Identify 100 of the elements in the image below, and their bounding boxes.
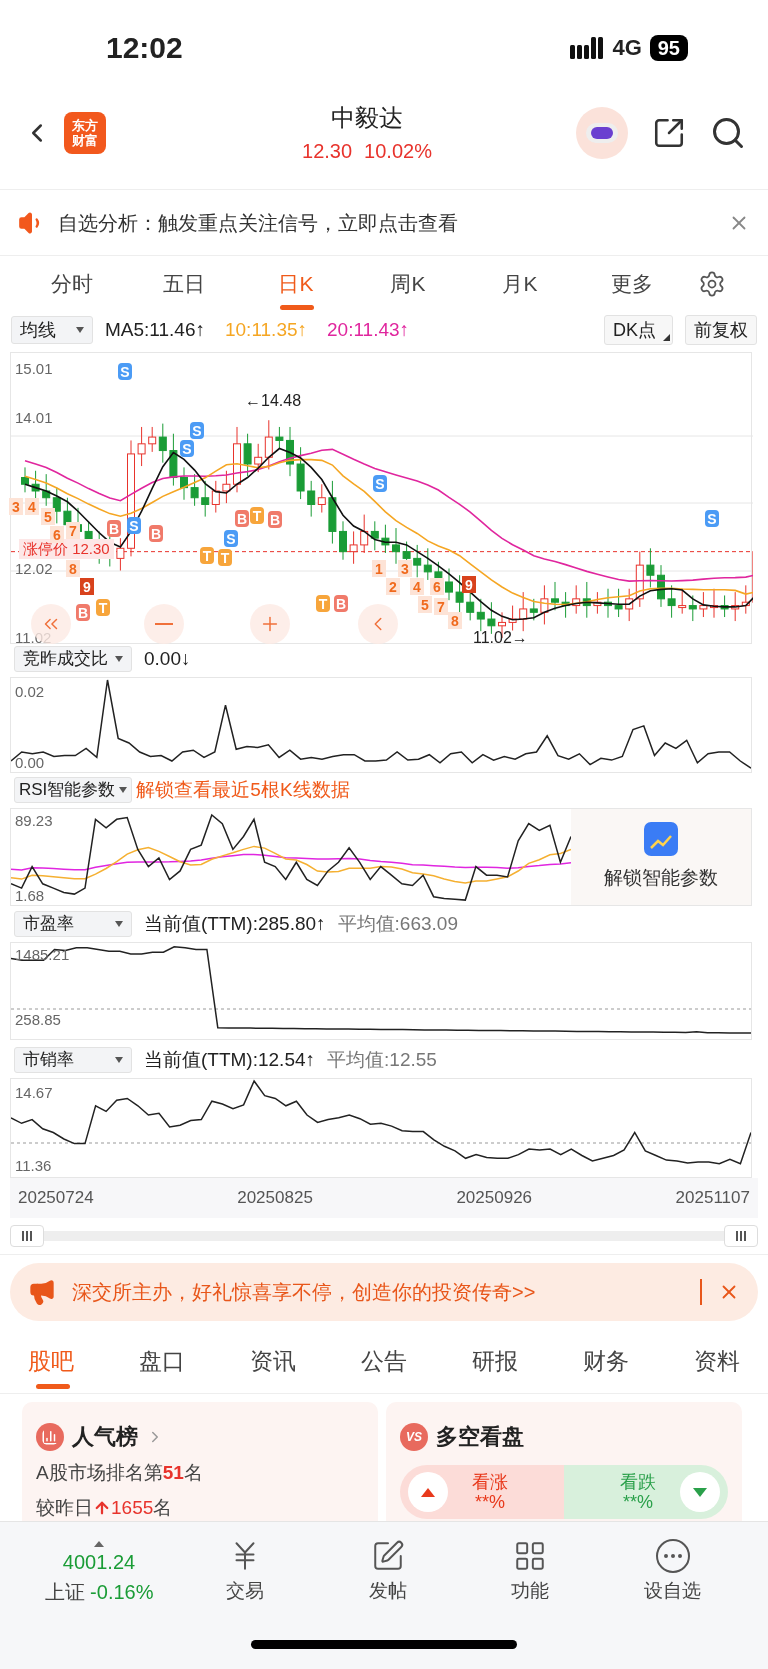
bearish-value: **% [622,1492,654,1512]
rank-change-unit: 名 [153,1495,173,1520]
average-value: 平均值:12.55 [327,1047,437,1072]
signal-marker: 2 [386,578,400,595]
adjust-button[interactable]: 前复权 [685,315,757,345]
date-label: 20251107 [675,1187,750,1210]
bearish-label: 看跌 [620,1472,656,1492]
signal-marker: T [96,599,110,616]
axis-label: 258.85 [15,1012,61,1027]
card-title: 人气榜 [72,1423,138,1451]
chart-icon [36,1422,64,1451]
info-tab[interactable]: 财务 [583,1329,629,1393]
info-tab[interactable]: 盘口 [139,1329,185,1393]
period-tab[interactable]: 分时 [16,256,128,312]
ma-value: 20:11.43↑ [327,317,410,342]
megaphone-icon [28,1278,56,1306]
signal-marker: 4 [25,498,39,515]
nav-item[interactable]: 设自选 [601,1538,744,1606]
nav-item[interactable]: 功能 [459,1538,602,1606]
signal-marker: T [218,549,232,566]
axis-label: 11.36 [15,1158,52,1173]
notice-text[interactable]: 自选分析：触发重点关注信号，立即点击查看 [58,207,716,238]
signal-marker: B [235,510,249,527]
nav-item[interactable]: 发帖 [316,1538,459,1606]
date-label: 20250724 [18,1187,94,1210]
signal-marker: S [224,530,238,547]
range-handle[interactable] [724,1225,758,1247]
down-triangle-icon [693,1487,707,1497]
range-handle[interactable] [10,1225,44,1247]
signal-marker: B [76,604,90,621]
stock-name: 中毅达 [331,102,403,133]
signal-marker: 9 [462,576,476,593]
signal-marker: S [127,517,141,534]
status-time: 12:02 [106,30,183,66]
bullish-value: **% [474,1492,506,1512]
date-label: 20250825 [237,1187,313,1210]
axis-label: 89.23 [15,813,53,828]
signal-marker: 8 [66,560,80,577]
info-tab[interactable]: 资讯 [250,1329,296,1393]
low-price-label: 11.02→ [473,630,528,646]
caret-icon [115,1057,123,1063]
settings-icon[interactable] [698,270,726,298]
signal-marker: S [118,363,132,380]
price-change: 10.02% [364,138,432,164]
limit-price-label: 涨停价 12.30 [19,539,114,559]
axis-label: 0.02 [15,684,45,699]
minus-icon [155,623,173,625]
nav-item[interactable]: 交易 [174,1538,317,1606]
axis-label: 12.02 [15,561,53,576]
average-value: 平均值:663.09 [337,911,458,936]
signal-marker: 9 [80,578,94,595]
signal-marker: 7 [66,522,80,539]
axis-label: 14.67 [15,1085,53,1100]
signal-marker: 3 [9,498,23,515]
banner-text: 深交所主办，好礼惊喜享不停，创造你的投资传奇>> [72,1280,537,1305]
up-triangle-icon [421,1487,435,1497]
indicator-dropdown[interactable]: 竞昨成交比 [14,646,132,672]
caret-icon [76,327,84,333]
indicator-dropdown[interactable]: 均线 [11,316,93,344]
unlock-button[interactable]: 解锁智能参数 [604,863,718,893]
caret-icon [119,787,128,793]
signal-marker: 5 [418,596,432,613]
caret-icon [115,656,123,662]
stock-price: 12.30 [302,138,353,164]
signal-marker: S [705,510,719,527]
signal-marker: S [373,475,387,492]
period-tab[interactable]: 五日 [128,256,240,312]
rank-change-value: 1655 [111,1495,154,1520]
dk-point-button[interactable]: DK点 [604,315,673,345]
card-title: 多空看盘 [436,1423,524,1451]
rank-text: A股市场排名第51名 [36,1461,204,1485]
indicator-dropdown[interactable]: RSI智能参数 [14,777,133,803]
info-tab[interactable]: 资料 [694,1329,740,1393]
period-tab[interactable]: 更多 [576,256,688,312]
signal-marker: S [180,440,194,457]
signal-marker: T [200,547,214,564]
indicator-dropdown[interactable]: 市销率 [14,1047,132,1073]
axis-label: 14.01 [15,410,53,425]
more-icon [655,1538,690,1573]
signal-marker: T [316,595,330,612]
signal-marker: 4 [410,578,424,595]
signal-marker: 6 [50,526,64,543]
period-tab[interactable]: 月K [464,256,576,312]
robot-avatar[interactable] [576,106,628,159]
date-label: 20250926 [456,1187,533,1210]
ma-value: 10:11.35↑ [225,317,308,342]
high-price-label: ←14.48 [245,391,302,411]
info-tab[interactable]: 公告 [361,1329,407,1393]
network-label: 4G [612,34,642,62]
popularity-card[interactable]: 人气榜 A股市场排名第51名 较昨日 1655名 [22,1402,378,1521]
scroll-track[interactable] [44,1231,724,1241]
caret-icon [115,921,123,927]
axis-label: 0.00 [15,755,45,770]
indicator-dropdown[interactable]: 市盈率 [14,911,132,937]
period-tab[interactable]: 周K [352,256,464,312]
info-tab[interactable]: 研报 [472,1329,518,1393]
index-quote[interactable]: 4001.24 上证 -0.16% [24,1537,174,1607]
rank-change-label: 较昨日 [36,1495,93,1520]
signal-marker: 1 [372,560,386,577]
chart-control[interactable] [144,604,184,644]
